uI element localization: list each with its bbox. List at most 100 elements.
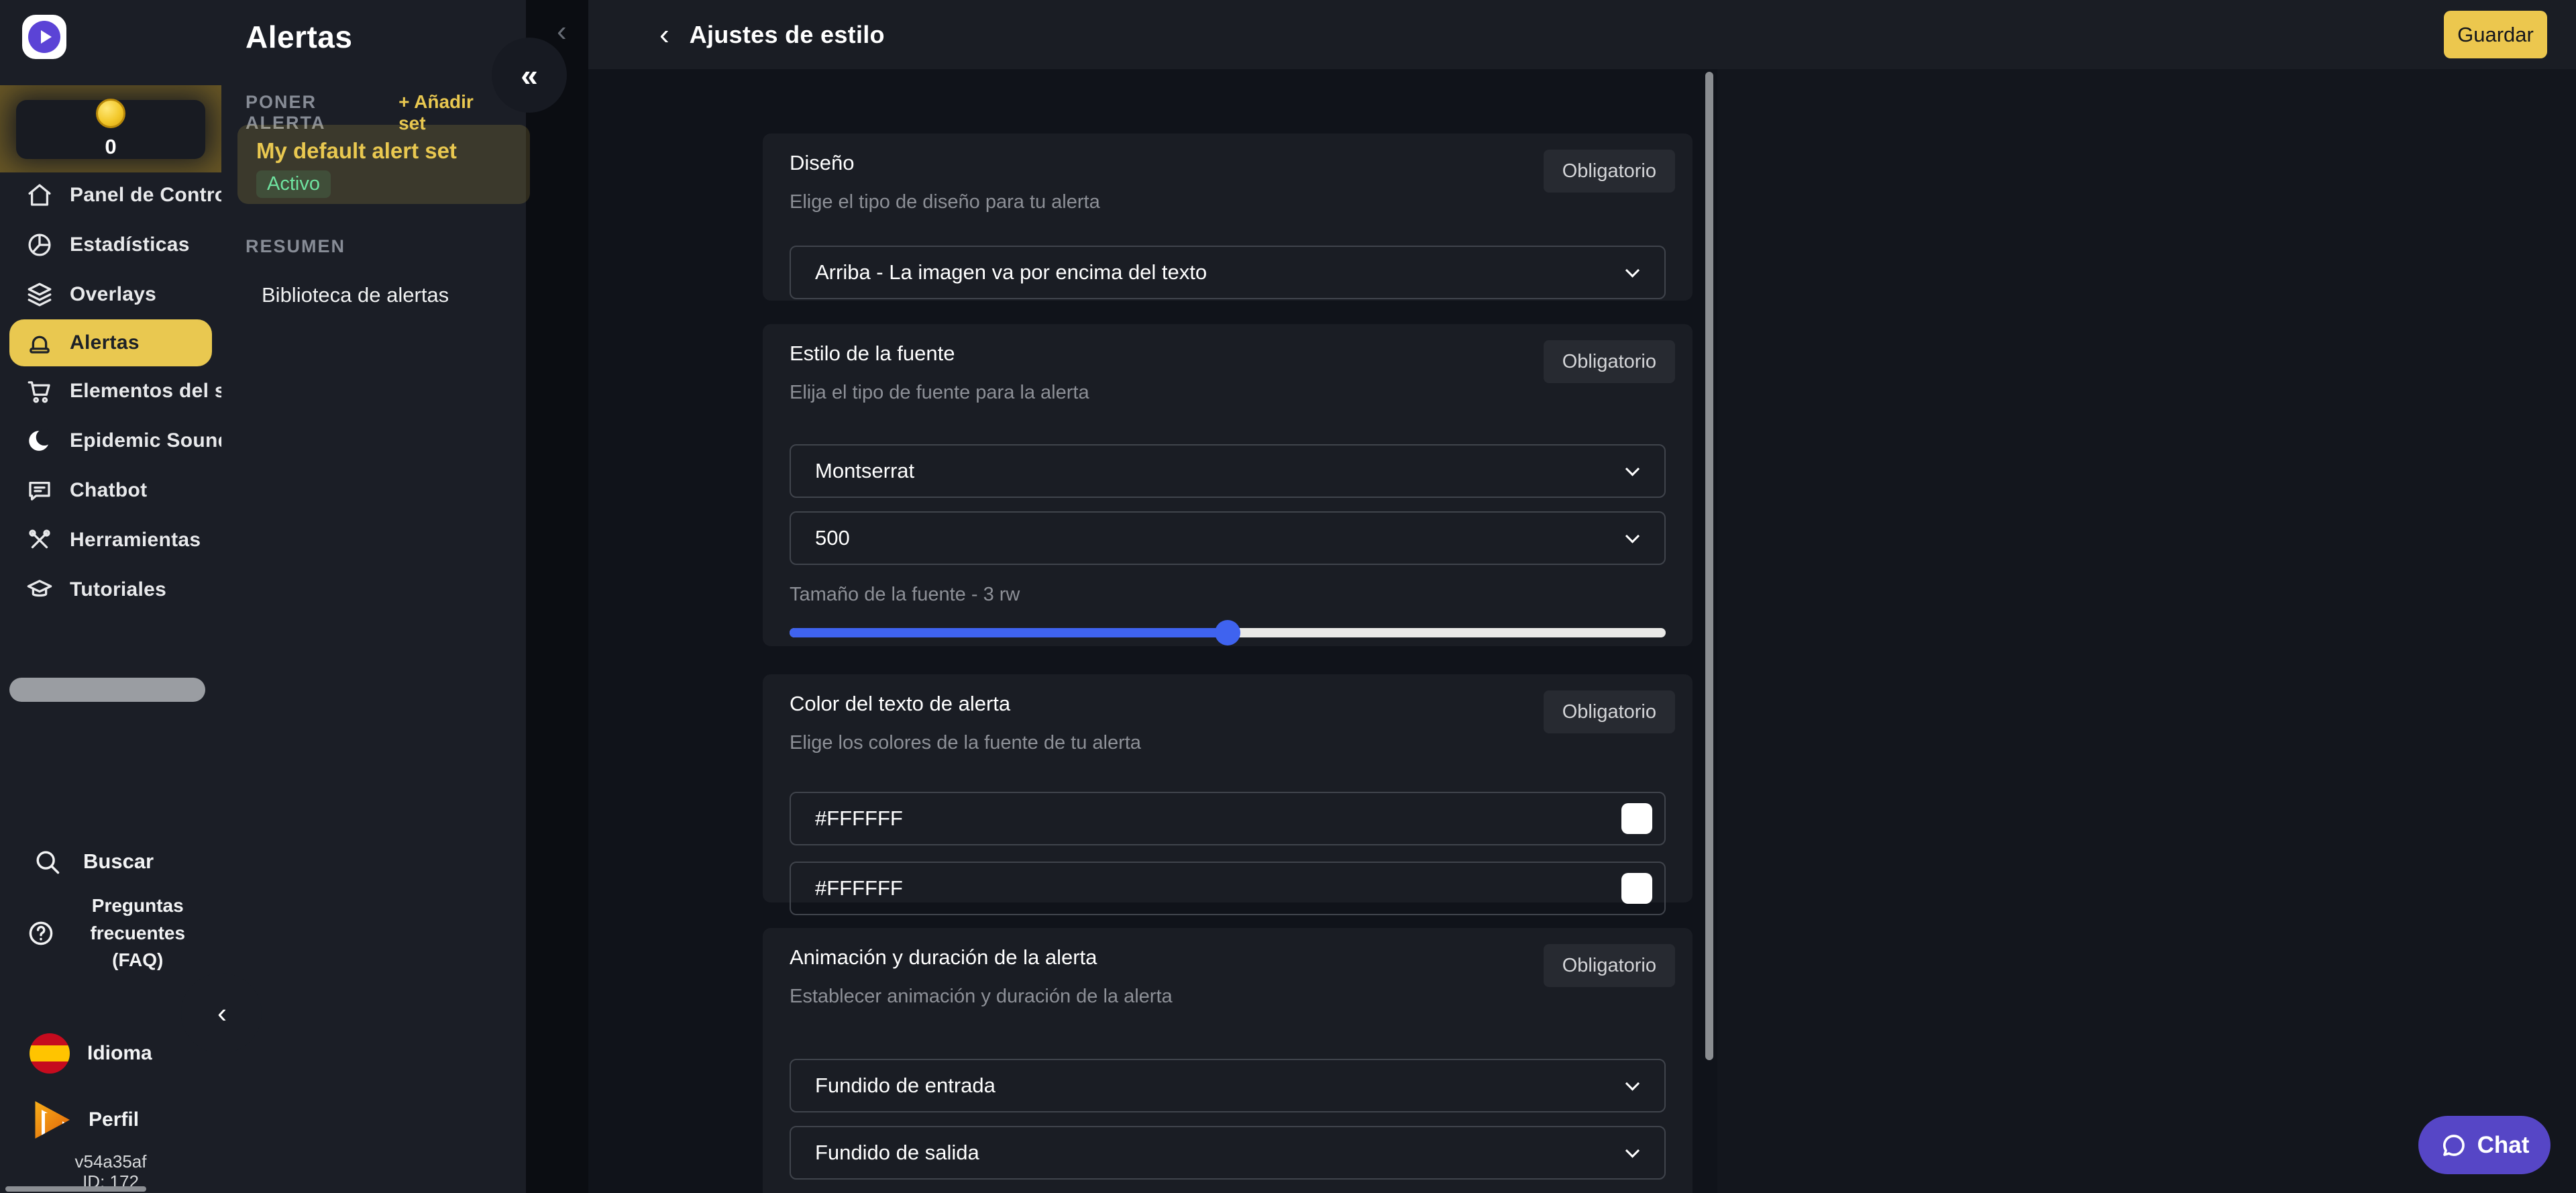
animation-in-value: Fundido de entrada bbox=[815, 1074, 996, 1097]
chevron-down-icon bbox=[1625, 462, 1640, 476]
section-description: Establecer animación y duración de la al… bbox=[790, 986, 1173, 1007]
sidebar-item-elementos-del-stream[interactable]: Elementos del strea bbox=[0, 366, 221, 416]
sidebar-item-perfil[interactable]: Perfil bbox=[32, 1100, 139, 1139]
cart-icon bbox=[24, 376, 55, 407]
coin-count: 0 bbox=[105, 135, 117, 158]
sidebar-item-estadisticas[interactable]: Estadísticas bbox=[0, 220, 221, 270]
sidebar-item-label: Estadísticas bbox=[70, 234, 190, 256]
sidebar-item-label: Epidemic Sound bbox=[70, 429, 221, 452]
version-hash: v54a35af bbox=[74, 1151, 147, 1172]
animation-section: Animación y duración de la alerta Obliga… bbox=[763, 928, 1693, 1193]
section-title: Diseño bbox=[790, 151, 855, 174]
chevron-down-icon bbox=[1625, 1143, 1640, 1158]
alert-siren-icon bbox=[24, 327, 55, 358]
section-description: Elige el tipo de diseño para tu alerta bbox=[790, 191, 1100, 213]
coin-icon bbox=[96, 99, 125, 128]
chat-bubble-icon bbox=[2440, 1131, 2468, 1159]
section-description: Elige los colores de la fuente de tu ale… bbox=[790, 732, 1141, 754]
sidebar-item-label: Chatbot bbox=[70, 479, 148, 501]
font-size-slider[interactable] bbox=[790, 620, 1666, 645]
chat-label: Chat bbox=[2477, 1131, 2530, 1158]
alert-set-name: My default alert set bbox=[256, 138, 457, 163]
color-value: #FFFFFF bbox=[815, 807, 903, 830]
slider-fill bbox=[790, 628, 1228, 637]
color-input-1[interactable]: #FFFFFF bbox=[790, 792, 1666, 845]
font-family-value: Montserrat bbox=[815, 459, 915, 482]
profile-avatar bbox=[35, 1101, 70, 1139]
animation-out-value: Fundido de salida bbox=[815, 1141, 979, 1164]
sidebar-item-label: Overlays bbox=[70, 283, 157, 305]
sidebar-item-epidemic-sound[interactable]: Epidemic Sound bbox=[0, 416, 221, 466]
design-section: Diseño Obligatorio Elige el tipo de dise… bbox=[763, 134, 1693, 301]
resumen-label: RESUMEN bbox=[246, 236, 346, 256]
play-triangle-icon bbox=[40, 30, 52, 44]
sidebar-item-faq[interactable]: Preguntas frecuentes (FAQ) bbox=[24, 892, 212, 974]
sidebar-item-label: Herramientas bbox=[70, 529, 201, 551]
layers-icon bbox=[24, 279, 55, 310]
font-size-label: Tamaño de la fuente - 3 rw bbox=[790, 584, 1020, 605]
sidebar-item-label: Tutoriales bbox=[70, 578, 167, 601]
required-badge: Obligatorio bbox=[1543, 944, 1675, 987]
sidebar-item-overlays[interactable]: Overlays bbox=[0, 270, 221, 319]
font-family-select[interactable]: Montserrat bbox=[790, 444, 1666, 498]
section-title: Estilo de la fuente bbox=[790, 342, 955, 365]
required-badge: Obligatorio bbox=[1543, 150, 1675, 193]
graduation-cap-icon bbox=[24, 574, 55, 605]
app-logo-icon[interactable] bbox=[22, 15, 66, 59]
chevron-left-icon[interactable]: ‹ bbox=[557, 15, 567, 48]
sidebar-scrollbar[interactable] bbox=[9, 678, 205, 702]
animation-out-select[interactable]: Fundido de salida bbox=[790, 1126, 1666, 1180]
font-weight-value: 500 bbox=[815, 526, 850, 550]
slider-thumb[interactable] bbox=[1215, 620, 1240, 645]
coin-balance-box[interactable]: 0 bbox=[0, 85, 221, 172]
color-input-2[interactable]: #FFFFFF bbox=[790, 862, 1666, 915]
sidebar-item-idioma[interactable]: Idioma bbox=[30, 1033, 152, 1074]
alerts-panel: Alertas PONER ALERTA + Añadir set My def… bbox=[221, 0, 530, 1193]
tools-icon bbox=[24, 525, 55, 556]
profile-label: Perfil bbox=[89, 1108, 140, 1131]
search-icon bbox=[30, 847, 64, 876]
collapse-sidebar-button[interactable]: ‹ bbox=[181, 973, 262, 1053]
stats-icon bbox=[24, 229, 55, 260]
text-color-section: Color del texto de alerta Obligatorio El… bbox=[763, 674, 1693, 915]
chat-button[interactable]: Chat bbox=[2418, 1116, 2551, 1174]
color-swatch[interactable] bbox=[1621, 803, 1652, 834]
panel-divider-band: ‹ bbox=[526, 0, 588, 1193]
color-swatch[interactable] bbox=[1621, 873, 1652, 904]
sidebar-item-label: Panel de Control bbox=[70, 184, 221, 206]
sidebar-horizontal-scrollbar[interactable] bbox=[5, 1186, 146, 1192]
back-button[interactable]: ‹ bbox=[659, 18, 669, 52]
layout-select-value: Arriba - La imagen va por encima del tex… bbox=[815, 260, 1208, 284]
sidebar-item-alertas[interactable]: Alertas bbox=[9, 319, 212, 366]
layout-select[interactable]: Arriba - La imagen va por encima del tex… bbox=[790, 246, 1666, 299]
page-title: Alertas bbox=[246, 19, 353, 54]
home-icon bbox=[24, 180, 55, 211]
topbar-title: Ajustes de estilo bbox=[689, 20, 885, 48]
sidebar-item-chatbot[interactable]: Chatbot bbox=[0, 466, 221, 515]
alert-set-card[interactable]: My default alert set Activo bbox=[237, 125, 530, 204]
section-title: Animación y duración de la alerta bbox=[790, 945, 1097, 969]
sidebar-item-tutoriales[interactable]: Tutoriales bbox=[0, 565, 221, 615]
sidebar-item-buscar[interactable]: Buscar bbox=[30, 847, 154, 876]
save-button[interactable]: Guardar bbox=[2444, 11, 2547, 58]
chevron-down-icon bbox=[1625, 529, 1640, 543]
sidebar-nav: Panel de Control Estadísticas Overlays A… bbox=[0, 170, 221, 615]
chevron-down-icon bbox=[1625, 1076, 1640, 1091]
section-description: Elija el tipo de fuente para la alerta bbox=[790, 382, 1089, 403]
play-logo-circle bbox=[28, 21, 60, 53]
epidemic-sound-icon bbox=[24, 425, 55, 456]
content-scrollbar[interactable] bbox=[1705, 72, 1713, 1060]
alert-library-link[interactable]: Biblioteca de alertas bbox=[262, 283, 449, 307]
color-value: #FFFFFF bbox=[815, 876, 903, 900]
question-icon bbox=[24, 919, 58, 948]
topbar: ‹ Ajustes de estilo Guardar bbox=[588, 0, 2576, 69]
sidebar-item-herramientas[interactable]: Herramientas bbox=[0, 515, 221, 565]
animation-in-select[interactable]: Fundido de entrada bbox=[790, 1059, 1666, 1112]
font-style-section: Estilo de la fuente Obligatorio Elija el… bbox=[763, 324, 1693, 646]
collapse-alerts-panel-button[interactable]: « bbox=[492, 38, 567, 113]
sidebar-item-label: Elementos del strea bbox=[70, 380, 221, 402]
font-weight-select[interactable]: 500 bbox=[790, 511, 1666, 565]
chatbot-icon bbox=[24, 475, 55, 506]
required-badge: Obligatorio bbox=[1543, 690, 1675, 733]
sidebar-item-panel-de-control[interactable]: Panel de Control bbox=[0, 170, 221, 220]
